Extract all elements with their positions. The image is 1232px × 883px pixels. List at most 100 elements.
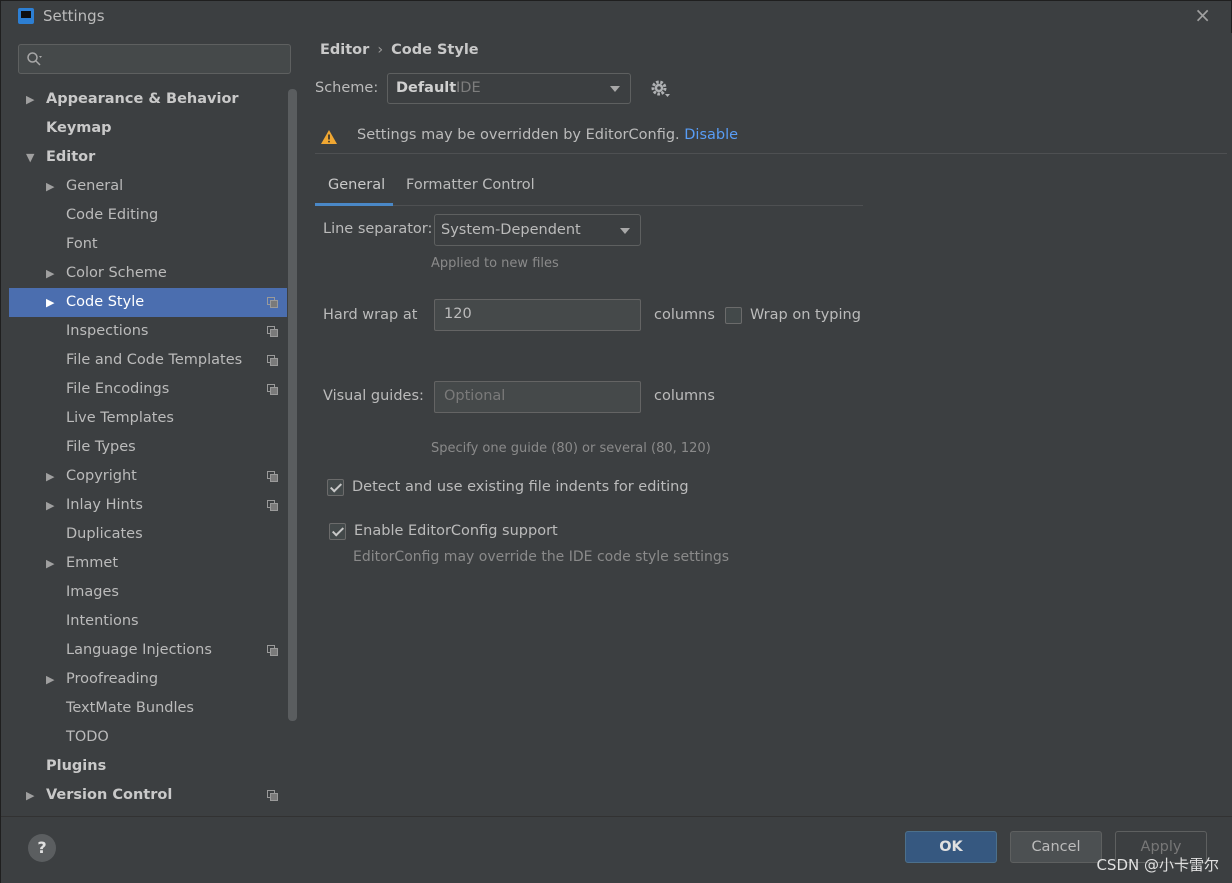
sidebar-item-todo[interactable]: TODO: [9, 723, 287, 752]
sidebar-item-editor[interactable]: ▼ Editor: [9, 143, 287, 172]
sidebar-item-inspections[interactable]: Inspections: [9, 317, 287, 346]
sidebar-item-general[interactable]: ▶ General: [9, 172, 287, 201]
collapsed-arrow-icon[interactable]: ▶: [46, 462, 58, 491]
sidebar-item-label: Copyright: [66, 468, 137, 484]
collapsed-arrow-icon[interactable]: ▶: [46, 288, 58, 317]
hard-wrap-value: 120: [444, 306, 472, 322]
hard-wrap-unit: columns: [654, 307, 715, 323]
sidebar-item-label: General: [66, 178, 124, 194]
scheme-label: Scheme:: [315, 80, 379, 96]
scheme-dropdown[interactable]: Default IDE: [387, 73, 631, 104]
sidebar-item-label: Keymap: [46, 120, 112, 136]
breadcrumb-current: Code Style: [391, 42, 479, 58]
sidebar-item-emmet[interactable]: ▶ Emmet: [9, 549, 287, 578]
sidebar-item-label: Intentions: [66, 613, 139, 629]
sidebar-item-file-and-code-templates[interactable]: File and Code Templates: [9, 346, 287, 375]
sidebar-item-color-scheme[interactable]: ▶ Color Scheme: [9, 259, 287, 288]
tab-formatter-control[interactable]: Formatter Control: [406, 177, 535, 206]
notice-text: Settings may be overridden by EditorConf…: [357, 127, 680, 143]
project-settings-icon: [267, 645, 278, 656]
sidebar-item-label: Inspections: [66, 323, 149, 339]
sidebar-item-duplicates[interactable]: Duplicates: [9, 520, 287, 549]
detect-indents-label[interactable]: Detect and use existing file indents for…: [352, 479, 689, 495]
chevron-down-icon: [610, 86, 620, 92]
sidebar-item-textmate-bundles[interactable]: TextMate Bundles: [9, 694, 287, 723]
sidebar-scrollbar[interactable]: [288, 89, 297, 721]
collapsed-arrow-icon[interactable]: ▶: [26, 781, 38, 810]
sidebar-item-label: Color Scheme: [66, 265, 167, 281]
scheme-value: Default: [396, 80, 457, 96]
settings-sidebar: ▶ Appearance & Behavior Keymap ▼ Editor ▶ Gene…: [9, 33, 301, 816]
sidebar-item-label: Proofreading: [66, 671, 159, 687]
sidebar-item-label: Inlay Hints: [66, 497, 143, 513]
settings-content: Editor › Code Style Scheme: Default IDE Se…: [301, 33, 1232, 816]
editorconfig-checkbox[interactable]: [329, 523, 346, 540]
sidebar-item-label: File and Code Templates: [66, 352, 243, 368]
settings-search-input[interactable]: [18, 44, 291, 74]
line-separator-label: Line separator:: [323, 221, 433, 237]
wrap-on-typing-checkbox[interactable]: [725, 307, 742, 324]
ok-button[interactable]: OK: [905, 831, 997, 863]
collapsed-arrow-icon[interactable]: ▶: [46, 665, 58, 694]
chevron-down-icon: [620, 228, 630, 234]
hard-wrap-label: Hard wrap at: [323, 307, 418, 323]
sidebar-item-label: Appearance & Behavior: [46, 91, 239, 107]
collapsed-arrow-icon[interactable]: ▶: [26, 85, 38, 114]
warning-icon: [321, 130, 337, 144]
watermark: CSDN @小卡雷尔: [1096, 856, 1219, 874]
collapsed-arrow-icon[interactable]: ▶: [46, 259, 58, 288]
sidebar-item-label: File Encodings: [66, 381, 170, 397]
close-icon[interactable]: ×: [1194, 5, 1211, 25]
sidebar-item-version-control[interactable]: ▶ Version Control: [9, 781, 287, 810]
sidebar-item-language-injections[interactable]: Language Injections: [9, 636, 287, 665]
visual-guides-input[interactable]: Optional: [434, 381, 641, 413]
disable-link[interactable]: Disable: [684, 127, 738, 143]
collapsed-arrow-icon[interactable]: ▶: [46, 491, 58, 520]
sidebar-item-copyright[interactable]: ▶ Copyright: [9, 462, 287, 491]
sidebar-item-label: Emmet: [66, 555, 119, 571]
project-settings-icon: [267, 297, 278, 308]
sidebar-item-label: Images: [66, 584, 119, 600]
sidebar-item-images[interactable]: Images: [9, 578, 287, 607]
sidebar-item-code-editing[interactable]: Code Editing: [9, 201, 287, 230]
wrap-on-typing-label[interactable]: Wrap on typing: [750, 307, 861, 323]
project-settings-icon: [267, 326, 278, 337]
help-icon[interactable]: ?: [28, 834, 56, 862]
visual-guides-label: Visual guides:: [323, 388, 424, 404]
sidebar-item-appearance-behavior[interactable]: ▶ Appearance & Behavior: [9, 85, 287, 114]
editorconfig-label[interactable]: Enable EditorConfig support: [354, 523, 558, 539]
sidebar-item-code-style[interactable]: ▶ Code Style: [9, 288, 287, 317]
project-settings-icon: [267, 790, 278, 801]
expanded-arrow-icon[interactable]: ▼: [26, 143, 38, 172]
sidebar-item-intentions[interactable]: Intentions: [9, 607, 287, 636]
divider: [315, 153, 1227, 154]
collapsed-arrow-icon[interactable]: ▶: [46, 172, 58, 201]
line-separator-dropdown[interactable]: System-Dependent: [434, 214, 641, 246]
sidebar-item-proofreading[interactable]: ▶ Proofreading: [9, 665, 287, 694]
sidebar-item-file-encodings[interactable]: File Encodings: [9, 375, 287, 404]
sidebar-item-label: File Types: [66, 439, 136, 455]
editorconfig-notice: Settings may be overridden by EditorConf…: [357, 127, 738, 143]
cancel-button[interactable]: Cancel: [1010, 831, 1102, 863]
sidebar-item-label: Duplicates: [66, 526, 143, 542]
detect-indents-checkbox[interactable]: [327, 479, 344, 496]
window-title: Settings: [43, 7, 105, 25]
sidebar-item-file-types[interactable]: File Types: [9, 433, 287, 462]
tab-general[interactable]: General: [315, 177, 393, 206]
hard-wrap-input[interactable]: 120: [434, 299, 641, 331]
project-settings-icon: [267, 355, 278, 366]
sidebar-item-live-templates[interactable]: Live Templates: [9, 404, 287, 433]
sidebar-item-inlay-hints[interactable]: ▶ Inlay Hints: [9, 491, 287, 520]
sidebar-item-font[interactable]: Font: [9, 230, 287, 259]
sidebar-item-label: Code Style: [66, 294, 145, 310]
breadcrumb-parent[interactable]: Editor: [320, 42, 369, 58]
gear-icon[interactable]: [650, 79, 670, 99]
sidebar-item-label: Language Injections: [66, 642, 212, 658]
visual-guides-placeholder: Optional: [444, 388, 506, 404]
sidebar-item-plugins[interactable]: Plugins: [9, 752, 287, 781]
settings-dialog: Settings × ▶ Appearance & Behavior Keymap ▼…: [0, 0, 1232, 883]
scheme-scope: IDE: [456, 80, 481, 96]
sidebar-item-keymap[interactable]: Keymap: [9, 114, 287, 143]
editorconfig-hint: EditorConfig may override the IDE code s…: [353, 549, 730, 565]
collapsed-arrow-icon[interactable]: ▶: [46, 549, 58, 578]
